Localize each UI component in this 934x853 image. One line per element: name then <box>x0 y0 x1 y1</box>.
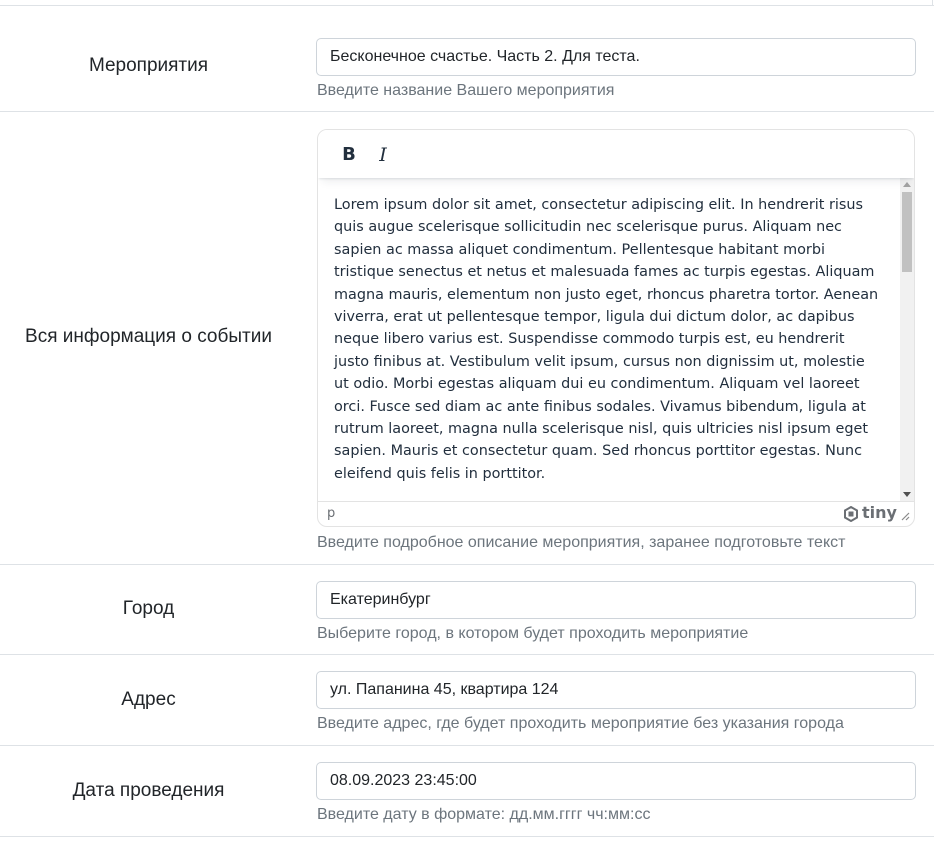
tiny-brand-text: tiny <box>862 503 897 522</box>
editor-statusbar: p tiny <box>318 501 914 526</box>
resize-handle-icon[interactable] <box>900 511 910 521</box>
date-help: Введите дату в формате: дд.мм.гггг чч:мм… <box>317 806 651 823</box>
event-name-input[interactable]: Бесконечное счастье. Часть 2. Для теста. <box>316 38 916 76</box>
date-label: Дата проведения <box>72 780 225 801</box>
address-help: Введите адрес, где будет проходить мероп… <box>317 715 844 732</box>
address-input[interactable]: ул. Папанина 45, квартира 124 <box>316 671 916 709</box>
address-label: Адрес <box>121 689 176 710</box>
date-row: Дата проведения 08.09.2023 23:45:00 Введ… <box>0 746 934 837</box>
bold-button[interactable]: B <box>334 140 364 170</box>
event-info-help: Введите подробное описание мероприятия, … <box>317 534 846 551</box>
event-name-label: Мероприятия <box>88 55 209 76</box>
editor-content[interactable]: Lorem ipsum dolor sit amet, consectetur … <box>318 178 900 501</box>
date-input[interactable]: 08.09.2023 23:45:00 <box>316 762 916 800</box>
element-path[interactable]: p <box>327 506 335 521</box>
city-help: Выберите город, в котором будет проходит… <box>317 625 749 642</box>
event-name-row: Мероприятия Бесконечное счастье. Часть 2… <box>0 6 934 112</box>
address-row: Адрес ул. Папанина 45, квартира 124 Введ… <box>0 655 934 746</box>
editor-scrollbar[interactable] <box>900 178 914 501</box>
city-input[interactable]: Екатеринбург <box>316 581 916 619</box>
scroll-down-arrow-icon[interactable] <box>903 492 911 497</box>
scroll-thumb[interactable] <box>902 192 912 272</box>
city-row: Город Екатеринбург Выберите город, в кот… <box>0 565 934 655</box>
rich-text-editor[interactable]: B I Lorem ipsum dolor sit amet, consecte… <box>317 129 915 527</box>
event-name-help: Введите название Вашего мероприятия <box>317 82 615 99</box>
italic-button[interactable]: I <box>368 140 398 170</box>
city-label: Город <box>122 598 175 619</box>
event-info-label: Вся информация о событии <box>25 326 272 347</box>
editor-toolbar: B I <box>318 130 914 178</box>
tiny-logo-icon <box>844 506 858 522</box>
scroll-up-arrow-icon[interactable] <box>903 182 911 187</box>
